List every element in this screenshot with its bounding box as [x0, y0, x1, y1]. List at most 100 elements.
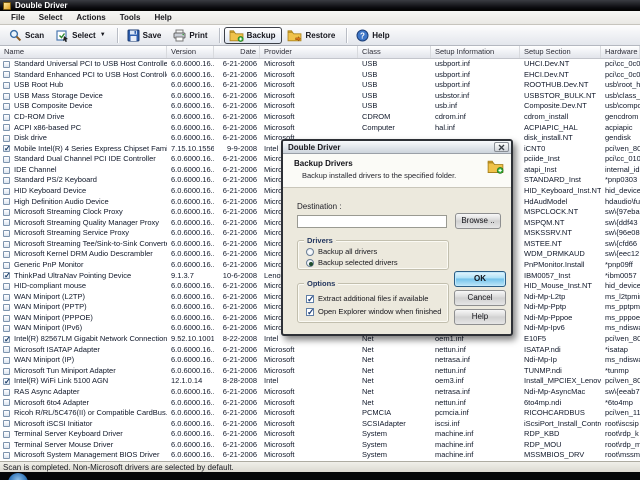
cell-setup-section: WDM_DRMKAUD [520, 249, 601, 260]
row-checkbox[interactable] [3, 219, 10, 226]
extract-additional-files-checkbox[interactable]: Extract additional files if available [306, 294, 428, 303]
row-checkbox[interactable] [3, 93, 10, 100]
row-checkbox[interactable] [3, 304, 10, 311]
table-row[interactable]: Terminal Server Mouse Driver6.0.6000.16.… [0, 440, 640, 451]
row-checkbox[interactable] [3, 346, 10, 353]
column-header-setup-information[interactable]: Setup Information [431, 46, 520, 58]
row-checkbox[interactable] [3, 82, 10, 89]
row-checkbox[interactable] [3, 167, 10, 174]
table-row[interactable]: Microsoft Tun Miniport Adapter6.0.6000.1… [0, 366, 640, 377]
table-row[interactable]: Microsoft System Management BIOS Driver6… [0, 450, 640, 461]
menu-file[interactable]: File [4, 11, 32, 24]
row-checkbox[interactable] [3, 209, 10, 216]
table-row[interactable]: RAS Async Adapter6.0.6000.16...6-21-2006… [0, 387, 640, 398]
row-checkbox[interactable] [3, 420, 10, 427]
row-checkbox[interactable] [3, 198, 10, 205]
backup-all-drivers-radio[interactable]: Backup all drivers [306, 247, 377, 256]
cell-provider: Intel [260, 376, 358, 387]
backup-selected-drivers-radio[interactable]: Backup selected drivers [306, 258, 398, 267]
table-row[interactable]: ACPI x86-based PC6.0.6000.16...6-21-2006… [0, 122, 640, 133]
column-header-version[interactable]: Version [167, 46, 214, 58]
column-header-setup-section[interactable]: Setup Section [520, 46, 601, 58]
row-checkbox[interactable] [3, 399, 10, 406]
row-checkbox[interactable] [3, 71, 10, 78]
row-checkbox[interactable] [3, 188, 10, 195]
table-row[interactable]: WAN Miniport (IP)6.0.6000.16...6-21-2006… [0, 355, 640, 366]
ok-button[interactable]: OK [454, 271, 506, 287]
menu-actions[interactable]: Actions [69, 11, 112, 24]
print-button[interactable]: Print [168, 27, 214, 44]
table-row[interactable]: Intel(R) WiFi Link 5100 AGN12.1.0.148-28… [0, 376, 640, 387]
table-row[interactable]: Standard Universal PCI to USB Host Contr… [0, 59, 640, 70]
window-titlebar[interactable]: Double Driver [0, 0, 640, 11]
cell-provider: Microsoft [260, 408, 358, 419]
row-checkbox[interactable] [3, 124, 10, 131]
cell-version: 12.1.0.14 [167, 376, 214, 387]
table-row[interactable]: Terminal Server Keyboard Driver6.0.6000.… [0, 429, 640, 440]
backup-drivers-dialog: Double Driver Backup Drivers Backup inst… [281, 139, 513, 336]
row-checkbox[interactable] [3, 177, 10, 184]
restore-button[interactable]: Restore [282, 27, 342, 44]
table-row[interactable]: Microsoft 6to4 Adapter6.0.6000.16...6-21… [0, 398, 640, 409]
column-header-name[interactable]: Name [0, 46, 167, 58]
dialog-titlebar[interactable]: Double Driver [283, 141, 511, 154]
driver-name: HID Keyboard Device [14, 186, 86, 197]
driver-name: USB Mass Storage Device [14, 91, 103, 102]
row-checkbox[interactable] [3, 251, 10, 258]
dialog-help-button[interactable]: Help [454, 309, 506, 325]
row-checkbox[interactable] [3, 283, 10, 290]
table-row[interactable]: Microsoft ISATAP Adapter6.0.6000.16...6-… [0, 345, 640, 356]
row-checkbox-checked[interactable] [3, 145, 10, 152]
row-checkbox[interactable] [3, 156, 10, 163]
select-button[interactable]: Select ▼ [51, 27, 113, 44]
row-checkbox[interactable] [3, 315, 10, 322]
table-row[interactable]: USB Root Hub6.0.6000.16...6-21-2006Micro… [0, 80, 640, 91]
row-checkbox[interactable] [3, 431, 10, 438]
table-row[interactable]: USB Mass Storage Device6.0.6000.16...6-2… [0, 91, 640, 102]
cancel-button[interactable]: Cancel [454, 290, 506, 306]
backup-button[interactable]: Backup [224, 27, 283, 44]
row-checkbox[interactable] [3, 325, 10, 332]
cell-setup-information: cdrom.inf [431, 112, 520, 123]
row-checkbox[interactable] [3, 368, 10, 375]
menu-select[interactable]: Select [32, 11, 70, 24]
driver-name: IDE Channel [14, 165, 57, 176]
cell-class: SCSIAdapter [358, 419, 431, 430]
column-header-class[interactable]: Class [358, 46, 431, 58]
scan-button[interactable]: Scan [4, 27, 51, 44]
table-row[interactable]: Ricoh R/RL/5C476(II) or Compatible CardB… [0, 408, 640, 419]
menu-help[interactable]: Help [147, 11, 178, 24]
row-checkbox[interactable] [3, 262, 10, 269]
row-checkbox[interactable] [3, 230, 10, 237]
row-checkbox[interactable] [3, 452, 10, 459]
table-row[interactable]: CD-ROM Drive6.0.6000.16...6-21-2006Micro… [0, 112, 640, 123]
row-checkbox[interactable] [3, 389, 10, 396]
table-row[interactable]: Standard Enhanced PCI to USB Host Contro… [0, 70, 640, 81]
start-orb-icon[interactable] [8, 473, 28, 480]
row-checkbox[interactable] [3, 357, 10, 364]
column-header-hardware[interactable]: Hardware [601, 46, 640, 58]
row-checkbox[interactable] [3, 135, 10, 142]
cell-date: 6-21-2006 [214, 450, 260, 461]
close-icon[interactable] [494, 142, 509, 152]
column-header-date[interactable]: Date [214, 46, 260, 58]
table-row[interactable]: USB Composite Device6.0.6000.16...6-21-2… [0, 101, 640, 112]
help-button[interactable]: ? Help [351, 27, 396, 44]
menu-tools[interactable]: Tools [113, 11, 148, 24]
row-checkbox-checked[interactable] [3, 272, 10, 279]
column-header-provider[interactable]: Provider [260, 46, 358, 58]
row-checkbox-checked[interactable] [3, 336, 10, 343]
row-checkbox[interactable] [3, 114, 10, 121]
browse-button[interactable]: Browse .. [455, 213, 501, 229]
row-checkbox-checked[interactable] [3, 378, 10, 385]
table-row[interactable]: Microsoft iSCSI Initiator6.0.6000.16...6… [0, 419, 640, 430]
row-checkbox[interactable] [3, 442, 10, 449]
row-checkbox[interactable] [3, 103, 10, 110]
row-checkbox[interactable] [3, 61, 10, 68]
destination-input[interactable] [297, 215, 447, 228]
open-explorer-checkbox[interactable]: Open Explorer window when finished [306, 307, 441, 316]
row-checkbox[interactable] [3, 241, 10, 248]
row-checkbox[interactable] [3, 294, 10, 301]
row-checkbox[interactable] [3, 410, 10, 417]
save-button[interactable]: Save [122, 27, 169, 44]
